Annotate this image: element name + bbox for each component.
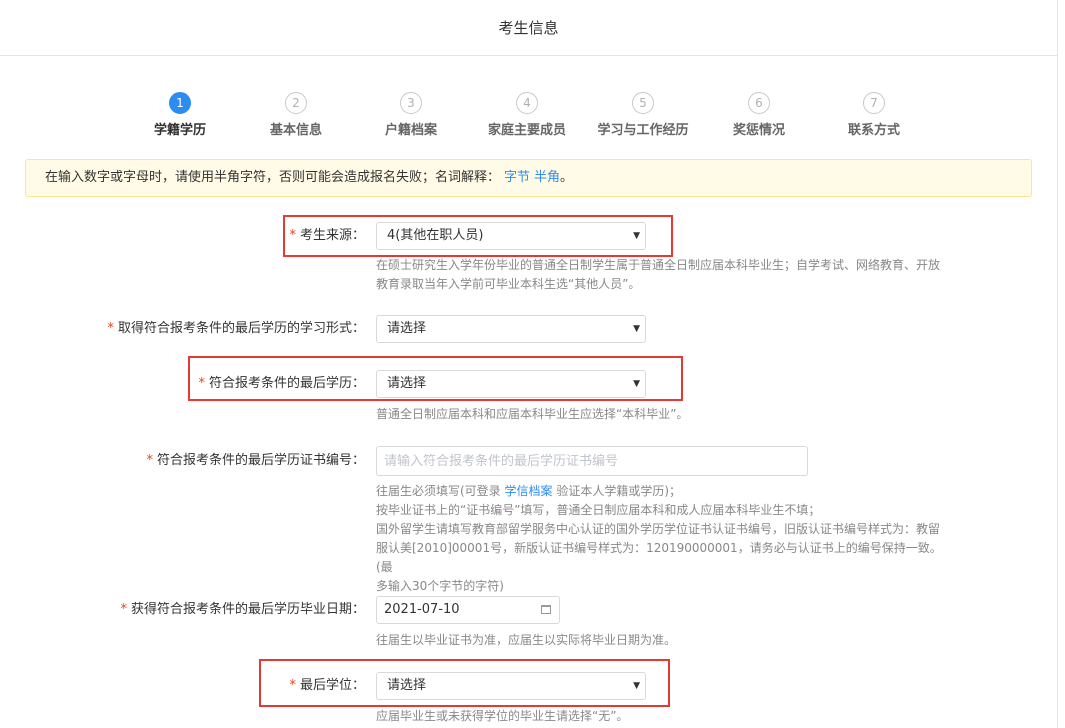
last-edu-select[interactable]: 请选择 ▼ xyxy=(376,370,646,398)
step-6[interactable]: 6 奖惩情况 xyxy=(699,92,819,138)
step-label: 联系方式 xyxy=(847,123,900,138)
degree-select[interactable]: 请选择 ▼ xyxy=(376,672,646,700)
grad-date-help: 往届生以毕业证书为准，应届生以实际将毕业日期为准。 xyxy=(376,633,677,647)
step-3[interactable]: 3 户籍档案 xyxy=(351,92,471,138)
source-select[interactable]: 4(其他在职人员) ▼ xyxy=(376,222,646,250)
field-label: * 取得符合报考条件的最后学历的学习形式： xyxy=(107,315,365,343)
help-text: 往届生必须填写(可登录 xyxy=(376,484,505,498)
cert-no-label: 符合报考条件的最后学历证书编号： xyxy=(156,453,365,468)
step-number: 7 xyxy=(863,92,885,114)
help-line: 往届生必须填写(可登录 学信档案 验证本人学籍或学历)； xyxy=(376,482,951,501)
dropdown-arrow-icon: ▼ xyxy=(633,681,640,691)
grad-date-value: 2021-07-10 xyxy=(384,602,460,617)
step-label: 学籍学历 xyxy=(153,123,206,138)
source-help: 在硕士研究生入学年份毕业的普通全日制学生属于普通全日制应届本科毕业生；自学考试、… xyxy=(376,256,956,294)
step-label: 学习与工作经历 xyxy=(597,123,689,138)
notice-text: 在输入数字或字母时，请使用半角字符，否则可能会造成报名失败；名词解释： xyxy=(45,170,501,185)
step-7[interactable]: 7 联系方式 xyxy=(814,92,934,138)
field-label: * 考生来源： xyxy=(289,222,365,250)
required-mark: * xyxy=(107,321,114,336)
field-label: * 获得符合报考条件的最后学历毕业日期： xyxy=(120,596,365,624)
cert-no-help: 往届生必须填写(可登录 学信档案 验证本人学籍或学历)； 按毕业证书上的“证书编… xyxy=(376,482,951,596)
required-mark: * xyxy=(289,678,296,693)
step-number: 6 xyxy=(748,92,770,114)
step-label: 奖惩情况 xyxy=(732,123,785,138)
study-form-select[interactable]: 请选择 ▼ xyxy=(376,315,646,343)
step-label: 家庭主要成员 xyxy=(487,123,566,138)
last-edu-value: 请选择 xyxy=(387,376,427,391)
field-label: * 最后学位： xyxy=(289,672,365,700)
step-progress: 1 学籍学历 2 基本信息 3 户籍档案 4 家庭主要成员 5 学习与工作经历 … xyxy=(0,92,1058,142)
cert-number-input[interactable] xyxy=(376,446,808,476)
help-line: 服认美[2010]00001号，新版认证书编号样式为：120190000001，… xyxy=(376,541,942,574)
step-label: 基本信息 xyxy=(269,123,322,138)
study-form-label: 取得符合报考条件的最后学历的学习形式： xyxy=(117,321,365,336)
calendar-icon xyxy=(541,605,551,614)
page-title: 考生信息 xyxy=(0,0,1057,56)
required-mark: * xyxy=(289,228,296,243)
required-mark: * xyxy=(120,602,127,617)
step-2[interactable]: 2 基本信息 xyxy=(236,92,356,138)
step-4[interactable]: 4 家庭主要成员 xyxy=(467,92,587,138)
field-label: * 符合报考条件的最后学历： xyxy=(198,370,365,398)
step-number: 4 xyxy=(516,92,538,114)
degree-help: 应届毕业生或未获得学位的毕业生请选择“无”。 xyxy=(376,709,629,723)
help-line: 教育录取当年入学前可毕业本科生选“其他人员”。 xyxy=(376,277,641,291)
grad-date-label: 获得符合报考条件的最后学历毕业日期： xyxy=(130,602,365,617)
notice-banner: 在输入数字或字母时，请使用半角字符，否则可能会造成报名失败；名词解释： 字节 半角。 xyxy=(25,159,1032,197)
required-mark: * xyxy=(198,376,205,391)
step-5[interactable]: 5 学习与工作经历 xyxy=(583,92,703,138)
required-mark: * xyxy=(146,453,153,468)
xuexin-archive-link[interactable]: 学信档案 xyxy=(505,484,553,498)
source-value: 4(其他在职人员) xyxy=(387,228,484,243)
notice-link-halfwidth[interactable]: 半角 xyxy=(534,170,560,185)
help-line: 多输入30个字节的字符) xyxy=(376,579,504,593)
help-line: 国外留学生请填写教育部留学服务中心认证的国外学历学位证书认证书编号，旧版认证书编… xyxy=(376,522,941,536)
step-number: 5 xyxy=(632,92,654,114)
help-text: 验证本人学籍或学历)； xyxy=(552,484,682,498)
help-line: 在硕士研究生入学年份毕业的普通全日制学生属于普通全日制应届本科毕业生；自学考试、… xyxy=(376,258,941,272)
step-number: 1 xyxy=(169,92,191,114)
step-number: 3 xyxy=(400,92,422,114)
source-label: 考生来源： xyxy=(299,228,365,243)
degree-value: 请选择 xyxy=(387,678,427,693)
step-1[interactable]: 1 学籍学历 xyxy=(120,92,240,138)
last-edu-help: 普通全日制应届本科和应届本科毕业生应选择“本科毕业”。 xyxy=(376,407,689,421)
notice-link-byte[interactable]: 字节 xyxy=(504,170,530,185)
step-label: 户籍档案 xyxy=(384,123,437,138)
dropdown-arrow-icon: ▼ xyxy=(633,231,640,241)
dropdown-arrow-icon: ▼ xyxy=(633,324,640,334)
field-label: * 符合报考条件的最后学历证书编号： xyxy=(146,447,365,475)
notice-tail: 。 xyxy=(560,170,574,185)
page-panel: 考生信息 1 学籍学历 2 基本信息 3 户籍档案 4 家庭主要成员 5 学习与… xyxy=(0,0,1058,728)
step-number: 2 xyxy=(285,92,307,114)
study-form-value: 请选择 xyxy=(387,321,427,336)
grad-date-picker[interactable]: 2021-07-10 xyxy=(376,596,560,624)
help-line: 按毕业证书上的“证书编号”填写，普通全日制应届本科和成人应届本科毕业生不填； xyxy=(376,503,821,517)
degree-label: 最后学位： xyxy=(299,678,365,693)
last-edu-label: 符合报考条件的最后学历： xyxy=(208,376,365,391)
dropdown-arrow-icon: ▼ xyxy=(633,379,640,389)
